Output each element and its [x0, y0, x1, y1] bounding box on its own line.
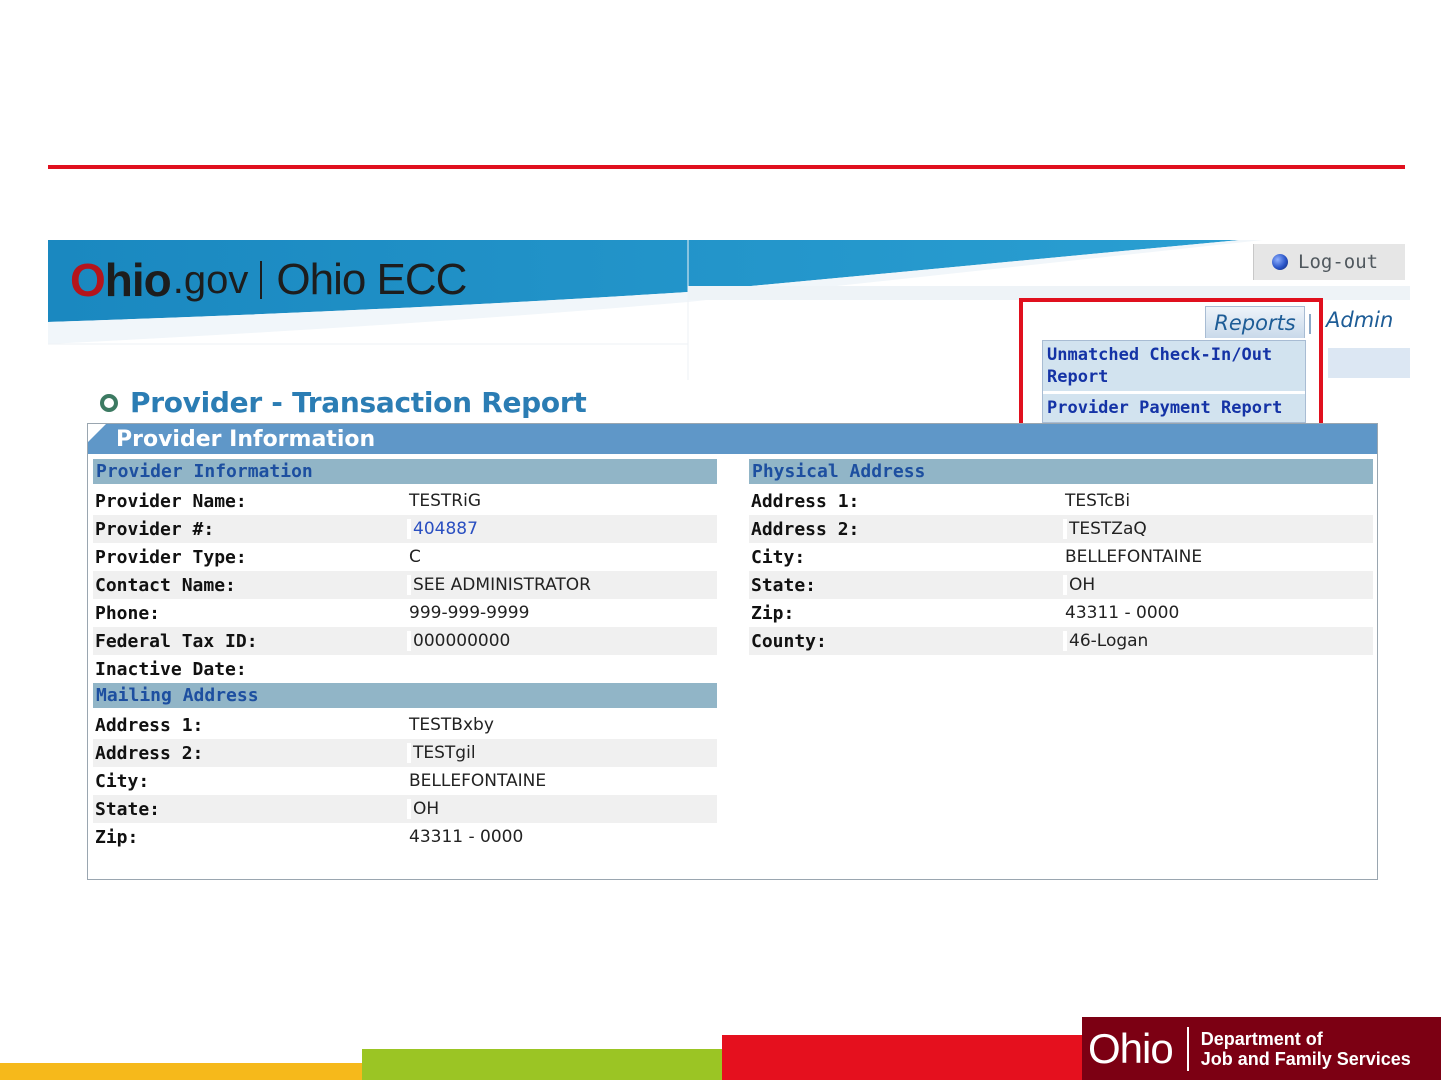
provider-name-value: TESTRiG [409, 491, 482, 511]
table-row: Address 2: TESTZaQ [749, 515, 1373, 543]
table-row: State: OH [93, 795, 717, 823]
panel-header: Provider Information [88, 424, 1377, 454]
panel-header-title: Provider Information [116, 426, 376, 452]
page-title-text: Provider - Transaction Report [130, 386, 587, 419]
footer-ohio-wordmark: Ohio [1088, 1024, 1174, 1072]
table-row: Zip: 43311 - 0000 [749, 599, 1373, 627]
field-label: Address 2: [751, 518, 860, 540]
mailing-state-value: OH [407, 799, 717, 819]
footer-stripe-red [722, 1035, 1084, 1080]
provider-information-panel: Provider Information Provider Informatio… [87, 423, 1378, 880]
left-column: Provider Information Provider Name: TESTR… [93, 459, 717, 851]
physical-address-2-value: TESTZaQ [1063, 519, 1373, 539]
federal-tax-id-value: 000000000 [407, 631, 717, 651]
table-row: Provider Name: TESTRiG [93, 487, 717, 515]
field-label: Federal Tax ID: [95, 630, 258, 652]
right-column: Physical Address Address 1: TESTcBi Addre… [749, 459, 1373, 655]
mailing-address-2-value: TESTgil [407, 743, 717, 763]
phone-value: 999-999-9999 [409, 603, 530, 623]
app-name: Ohio ECC [276, 255, 467, 304]
field-label: County: [751, 630, 827, 652]
tab-admin[interactable]: Admin [1326, 308, 1393, 332]
mailing-address-1-value: TESTBxby [409, 715, 494, 735]
table-row: Contact Name: SEE ADMINISTRATOR [93, 571, 717, 599]
field-label: Zip: [95, 826, 139, 848]
odjfs-logo: Ohio Department of Job and Family Servic… [1082, 1017, 1441, 1080]
field-label: City: [95, 770, 150, 792]
section-header-physical-address: Physical Address [749, 459, 1373, 484]
field-label: Provider Name: [95, 490, 247, 512]
physical-address-1-value: TESTcBi [1065, 491, 1131, 511]
slide-top-rule [48, 165, 1405, 169]
field-label: Address 2: [95, 742, 204, 764]
footer-logo-divider [1186, 1026, 1189, 1071]
globe-dot-icon [1272, 254, 1288, 270]
footer-dept-line-2: Job and Family Services [1200, 1048, 1411, 1069]
table-row: Address 1: TESTBxby [93, 711, 717, 739]
field-label: City: [751, 546, 806, 568]
mailing-city-value: BELLEFONTAINE [409, 771, 547, 791]
field-label: State: [95, 798, 161, 820]
mailing-zip-value: 43311 - 0000 [409, 827, 524, 847]
section-header-provider-information: Provider Information [93, 459, 717, 484]
footer-department-name: Department of Job and Family Services [1201, 1029, 1411, 1069]
field-label: Phone: [95, 602, 161, 624]
page-title: Provider - Transaction Report [100, 386, 587, 419]
panel-corner [88, 424, 106, 442]
table-row: Address 1: TESTcBi [749, 487, 1373, 515]
provider-number-link[interactable]: 404887 [407, 519, 717, 539]
contact-name-value: SEE ADMINISTRATOR [407, 575, 717, 595]
table-row: City: BELLEFONTAINE [749, 543, 1373, 571]
ohio-gov-logo[interactable]: Ohio .gov Ohio ECC [70, 250, 467, 310]
logout-button[interactable]: Log-out [1253, 244, 1405, 280]
table-row: Phone: 999-999-9999 [93, 599, 717, 627]
nav-strip [1328, 348, 1410, 378]
table-row: Address 2: TESTgil [93, 739, 717, 767]
field-label: Zip: [751, 602, 795, 624]
footer-dept-line-1: Department of [1200, 1028, 1323, 1049]
table-row: Zip: 43311 - 0000 [93, 823, 717, 851]
physical-state-value: OH [1063, 575, 1373, 595]
table-row: Federal Tax ID: 000000000 [93, 627, 717, 655]
logout-label: Log-out [1298, 251, 1379, 273]
footer-stripe-yellow [0, 1063, 362, 1080]
field-label: Address 1: [751, 490, 860, 512]
table-row: County: 46-Logan [749, 627, 1373, 655]
logo-ohio-wordmark: Ohio [70, 254, 172, 306]
table-row: City: BELLEFONTAINE [93, 767, 717, 795]
field-label: Address 1: [95, 714, 204, 736]
app-screenshot: Ohio .gov Ohio ECC Log-out Reports Admin… [48, 240, 1410, 900]
table-row: Inactive Date: [93, 655, 717, 683]
physical-city-value: BELLEFONTAINE [1065, 547, 1203, 567]
footer-stripe-green [362, 1049, 722, 1080]
table-row: State: OH [749, 571, 1373, 599]
field-label: State: [751, 574, 817, 596]
provider-type-value: C [409, 547, 421, 567]
field-label: Provider #: [95, 518, 215, 540]
field-label: Contact Name: [95, 574, 236, 596]
circle-bullet-icon [100, 393, 118, 412]
section-header-mailing-address: Mailing Address [93, 683, 717, 708]
field-label: Inactive Date: [95, 658, 247, 680]
table-row: Provider Type: C [93, 543, 717, 571]
physical-zip-value: 43311 - 0000 [1065, 603, 1180, 623]
field-label: Provider Type: [95, 546, 247, 568]
logo-divider [260, 261, 263, 299]
table-row: Provider #: 404887 [93, 515, 717, 543]
logo-gov-suffix: .gov [172, 257, 249, 302]
county-value: 46-Logan [1063, 631, 1373, 651]
